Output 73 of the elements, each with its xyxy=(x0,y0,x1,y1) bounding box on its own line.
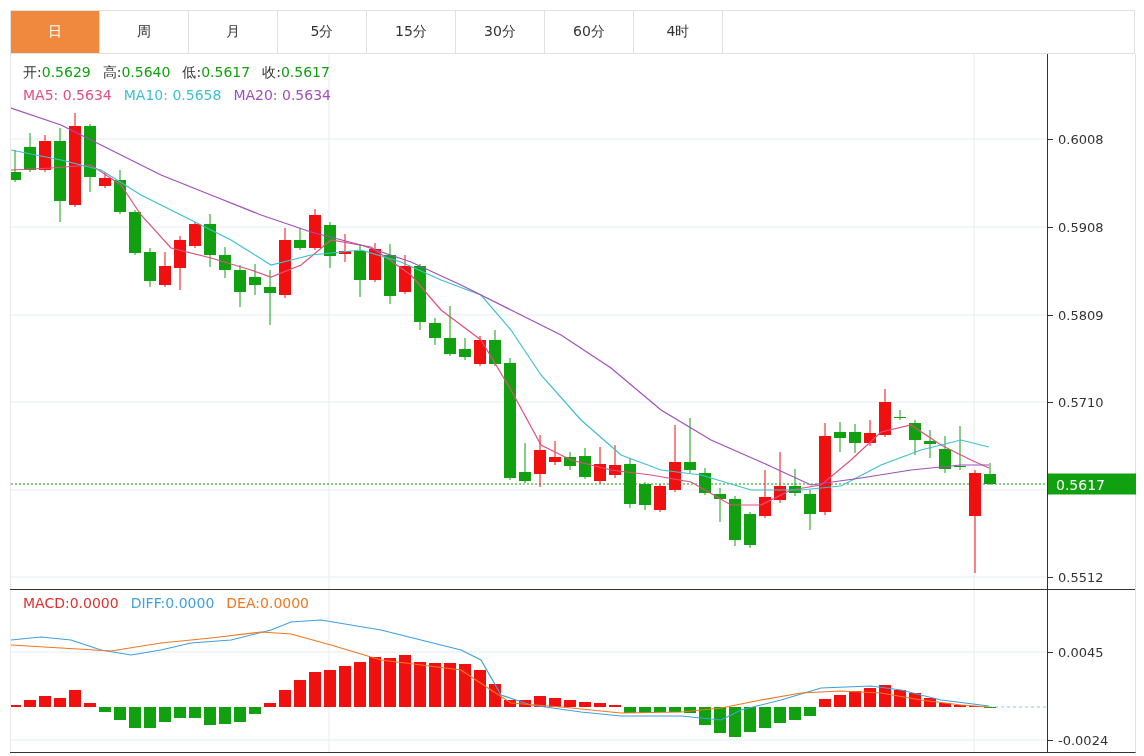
macd-bar xyxy=(924,698,936,707)
macd-bar xyxy=(684,707,696,713)
macd-bar xyxy=(234,707,246,722)
macd-bar xyxy=(399,655,411,707)
macd-bar xyxy=(519,700,531,707)
macd-bar xyxy=(789,707,801,720)
ma-legend-item: MA10: 0.5658 xyxy=(123,87,222,103)
macd-bar xyxy=(159,707,171,722)
macd-bar xyxy=(309,672,321,707)
macd-bar xyxy=(99,707,111,712)
macd-bar xyxy=(414,662,426,707)
macd-bar xyxy=(504,700,516,707)
macd-bar xyxy=(669,707,681,712)
macd-bar xyxy=(369,657,381,707)
macd-bar xyxy=(459,664,471,707)
macd-bar xyxy=(744,707,756,732)
price-axis-label: 0.6008 xyxy=(1058,131,1104,147)
macd-bar xyxy=(54,698,66,707)
ma-legend-item: MA5: 0.5634 xyxy=(23,87,112,103)
macd-bar xyxy=(219,707,231,724)
macd-bar xyxy=(594,703,606,707)
macd-bar xyxy=(354,662,366,707)
macd-bar xyxy=(174,707,186,718)
macd-legend-item: MACD:0.0000 xyxy=(23,595,119,611)
macd-bar xyxy=(39,696,51,707)
macd-bar xyxy=(819,699,831,707)
macd-bar xyxy=(774,707,786,723)
macd-bar xyxy=(429,663,441,707)
price-axis-label: 0.5908 xyxy=(1058,219,1104,235)
price-legend-item: 低:0.5617 xyxy=(182,64,251,82)
macd-bar xyxy=(729,707,741,737)
macd-bar xyxy=(654,707,666,712)
macd-bar xyxy=(579,702,591,707)
macd-bar xyxy=(804,707,816,716)
macd-bar xyxy=(84,703,96,707)
macd-bar xyxy=(624,707,636,713)
macd-bar xyxy=(474,670,486,707)
macd-axis-label: 0.0045 xyxy=(1058,644,1104,660)
macd-bar xyxy=(639,707,651,713)
macd-bar xyxy=(939,703,951,707)
price-axis-label: 0.5512 xyxy=(1058,569,1104,585)
macd-bar xyxy=(294,680,306,707)
macd-axis-label: -0.0024 xyxy=(1058,732,1109,748)
macd-legend-item: DEA:0.0000 xyxy=(226,595,310,611)
macd-bar xyxy=(129,707,141,728)
macd-bar xyxy=(549,698,561,707)
macd-bar xyxy=(249,707,261,714)
zero-line xyxy=(988,706,1047,708)
price-legend-item: 开:0.5629 xyxy=(23,64,91,82)
macd-bar xyxy=(189,707,201,718)
macd-bar xyxy=(324,670,336,707)
macd-bar xyxy=(444,663,456,707)
price-legend-item: 高:0.5640 xyxy=(102,64,171,82)
macd-bar xyxy=(264,703,276,707)
macd-bar xyxy=(834,695,846,707)
price-axis-label: 0.5809 xyxy=(1058,307,1104,323)
macd-bar xyxy=(759,707,771,728)
macd-bar xyxy=(534,696,546,707)
price-legend-item: 收:0.5617 xyxy=(262,64,330,82)
macd-bar xyxy=(144,707,156,728)
macd-legend-item: DIFF:0.0000 xyxy=(130,595,215,611)
macd-bar xyxy=(69,690,81,707)
macd-bar xyxy=(564,700,576,707)
macd-bar xyxy=(204,707,216,725)
macd-bar xyxy=(714,707,726,733)
macd-bar xyxy=(384,658,396,707)
macd-bar xyxy=(279,690,291,707)
ma-legend-item: MA20: 0.5634 xyxy=(233,87,331,103)
current-price-tag: 0.5617 xyxy=(1048,473,1136,495)
price-axis-label: 0.5710 xyxy=(1058,394,1104,410)
macd-bar xyxy=(114,707,126,720)
macd-bar xyxy=(339,666,351,707)
macd-bar xyxy=(24,700,36,707)
